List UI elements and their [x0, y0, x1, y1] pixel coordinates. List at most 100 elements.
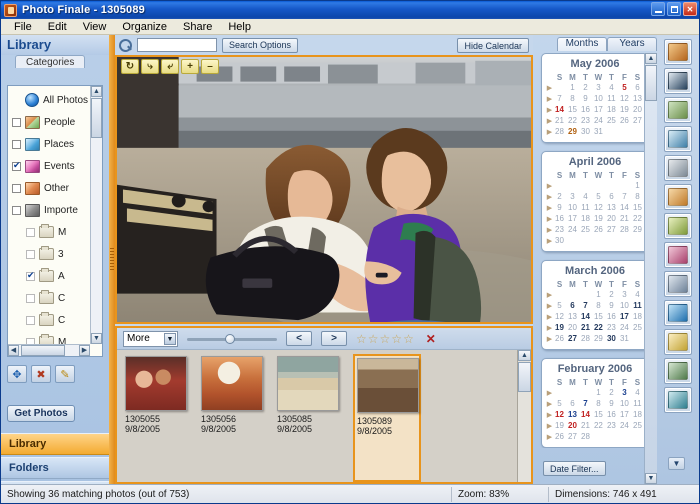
- calendar-day-cell[interactable]: 7: [553, 93, 566, 104]
- tree-item-events[interactable]: Events: [8, 155, 90, 177]
- rating-star-icon[interactable]: ☆: [356, 332, 367, 346]
- calendar-day-cell[interactable]: 25: [631, 322, 644, 333]
- calendar-day-cell[interactable]: 18: [579, 213, 592, 224]
- tree-scroll-right-icon[interactable]: ▶: [79, 345, 90, 356]
- project-icon[interactable]: [664, 155, 692, 181]
- slider-knob[interactable]: [225, 333, 235, 344]
- calendar-day-cell[interactable]: 6: [631, 82, 644, 93]
- calendar-day-cell[interactable]: 17: [618, 311, 631, 322]
- palette-icon[interactable]: [664, 242, 692, 268]
- rating-star-icon[interactable]: ☆: [380, 332, 391, 346]
- calendar-day-cell[interactable]: 10: [566, 202, 579, 213]
- edit-category-icon[interactable]: ✎: [55, 365, 75, 383]
- calendar-day-cell[interactable]: 16: [605, 409, 618, 420]
- calendar-day-cell[interactable]: 1: [592, 387, 605, 398]
- tab-categories[interactable]: Categories: [15, 55, 86, 68]
- view-mode-select[interactable]: More ▼: [123, 330, 178, 347]
- calendar-day-cell[interactable]: 9: [605, 300, 618, 311]
- calendar-day-cell[interactable]: 26: [592, 224, 605, 235]
- calendar-day-cell[interactable]: 1: [566, 82, 579, 93]
- toolbar-more-icon[interactable]: ▼: [668, 457, 685, 470]
- crop-icon[interactable]: [664, 213, 692, 239]
- calendar-day-cell[interactable]: 16: [605, 311, 618, 322]
- calendar-scrollbar[interactable]: ▲ ▼: [644, 53, 657, 484]
- calendar-day-cell[interactable]: 26: [553, 431, 566, 442]
- calendar-day-cell[interactable]: 3: [618, 387, 631, 398]
- tree-item-other[interactable]: Other: [8, 177, 90, 199]
- calendar-day-cell[interactable]: 20: [605, 213, 618, 224]
- calendar-week-arrow-icon[interactable]: ▶: [546, 322, 553, 333]
- tree-item-checkbox[interactable]: [26, 249, 35, 259]
- calendar-week-arrow-icon[interactable]: ▶: [546, 333, 553, 344]
- tree-item-checkbox[interactable]: [26, 293, 35, 303]
- calendar-month-card[interactable]: February 2006 S M T W T F S ▶ 1 2 3 4 ▶ 5 6 7 8 9 10 11 ▶ 12 13…: [541, 358, 649, 448]
- calendar-month-card[interactable]: May 2006 S M T W T F S ▶ 1 2 3 4 5 6 ▶ 7 8 9 10 11 12 13 ▶ 14 15 1…: [541, 53, 649, 143]
- calendar-month-card[interactable]: April 2006 S M T W T F S ▶ 1 ▶ 2 3 4 5 6 7 8 ▶ 9 10 11 12 13 14 1…: [541, 151, 649, 252]
- fix-photo-icon[interactable]: [664, 97, 692, 123]
- calendar-week-arrow-icon[interactable]: ▶: [546, 387, 553, 398]
- calendar-day-cell[interactable]: 21: [553, 115, 566, 126]
- tree-vertical-scrollbar[interactable]: ▲ ▼: [90, 86, 102, 344]
- calendar-day-cell[interactable]: 27: [631, 115, 644, 126]
- web-share-icon[interactable]: [664, 300, 692, 326]
- rotate-left-icon[interactable]: ⤶: [161, 59, 179, 74]
- calendar-day-cell[interactable]: 8: [631, 191, 644, 202]
- calendar-day-cell[interactable]: 2: [605, 289, 618, 300]
- tab-months[interactable]: Months: [557, 37, 607, 51]
- calendar-day-cell[interactable]: 6: [605, 191, 618, 202]
- hide-calendar-button[interactable]: Hide Calendar: [457, 38, 529, 53]
- calendar-week-arrow-icon[interactable]: ▶: [546, 398, 553, 409]
- calendar-day-cell[interactable]: 2: [579, 82, 592, 93]
- calendar-day-cell[interactable]: 14: [579, 311, 592, 322]
- calendar-day-cell[interactable]: 15: [566, 104, 579, 115]
- calendar-day-cell[interactable]: 24: [566, 224, 579, 235]
- next-photo-button[interactable]: >: [321, 331, 347, 346]
- calendar-week-arrow-icon[interactable]: ▶: [546, 224, 553, 235]
- tree-scroll-up-icon[interactable]: ▲: [91, 86, 102, 97]
- photo-viewer[interactable]: ↻ ⤷ ⤶ + –: [115, 55, 533, 324]
- filmstrip-thumbnail[interactable]: 1305055 9/8/2005: [125, 356, 187, 482]
- calendar-week-arrow-icon[interactable]: ▶: [546, 289, 553, 300]
- calendar-day-cell[interactable]: 19: [553, 420, 566, 431]
- calendar-day-cell[interactable]: 6: [566, 300, 579, 311]
- calendar-week-arrow-icon[interactable]: ▶: [546, 420, 553, 431]
- rotate-right-icon[interactable]: ⤷: [141, 59, 159, 74]
- calendar-day-cell[interactable]: 5: [553, 300, 566, 311]
- calendar-day-cell[interactable]: 2: [605, 387, 618, 398]
- calendar-day-cell[interactable]: 17: [618, 409, 631, 420]
- menu-item-edit[interactable]: Edit: [41, 20, 74, 34]
- calendar-day-cell[interactable]: 10: [618, 300, 631, 311]
- print-icon[interactable]: [664, 358, 692, 384]
- calendar-day-cell[interactable]: 23: [605, 420, 618, 431]
- tree-item-m[interactable]: M: [8, 221, 90, 243]
- calendar-day-cell[interactable]: 5: [592, 191, 605, 202]
- delete-category-icon[interactable]: ✖: [31, 365, 51, 383]
- filmstrip-scroll-thumb[interactable]: [518, 362, 531, 392]
- calendar-week-arrow-icon[interactable]: ▶: [546, 115, 553, 126]
- calendar-day-cell[interactable]: 16: [553, 213, 566, 224]
- zoom-out-icon[interactable]: –: [201, 59, 219, 74]
- maximize-button[interactable]: [667, 2, 681, 16]
- calendar-day-cell[interactable]: 11: [579, 202, 592, 213]
- calendar-day-cell[interactable]: 13: [631, 93, 644, 104]
- calendar-scroll-down-icon[interactable]: ▼: [645, 473, 657, 484]
- tree-item-checkbox[interactable]: [26, 315, 35, 325]
- menu-item-organize[interactable]: Organize: [115, 20, 174, 34]
- calendar-day-cell[interactable]: 19: [618, 104, 631, 115]
- calendar-day-cell[interactable]: 25: [631, 420, 644, 431]
- edit-photo-icon[interactable]: [664, 39, 692, 65]
- calendar-day-cell[interactable]: 7: [579, 300, 592, 311]
- calendar-day-cell[interactable]: 21: [618, 213, 631, 224]
- tab-years[interactable]: Years: [607, 37, 657, 51]
- calendar-day-cell[interactable]: 12: [618, 93, 631, 104]
- tree-item-checkbox[interactable]: [12, 117, 21, 127]
- calendar-day-cell[interactable]: 23: [553, 224, 566, 235]
- calendar-grid[interactable]: S M T W T F S ▶ 1 2 3 4 ▶ 5 6 7 8 9 10 11 ▶ 12 13 14 15 16 17 18 ▶ 19…: [546, 377, 644, 442]
- tree-item-c[interactable]: C: [8, 287, 90, 309]
- filmstrip-thumbnail[interactable]: 1305089 9/8/2005: [353, 354, 421, 482]
- rating-star-icon[interactable]: ☆: [403, 332, 414, 346]
- calendar-day-cell[interactable]: 19: [553, 322, 566, 333]
- calendar-week-arrow-icon[interactable]: ▶: [546, 202, 553, 213]
- calendar-week-arrow-icon[interactable]: ▶: [546, 235, 553, 246]
- tree-item-3[interactable]: 3: [8, 243, 90, 265]
